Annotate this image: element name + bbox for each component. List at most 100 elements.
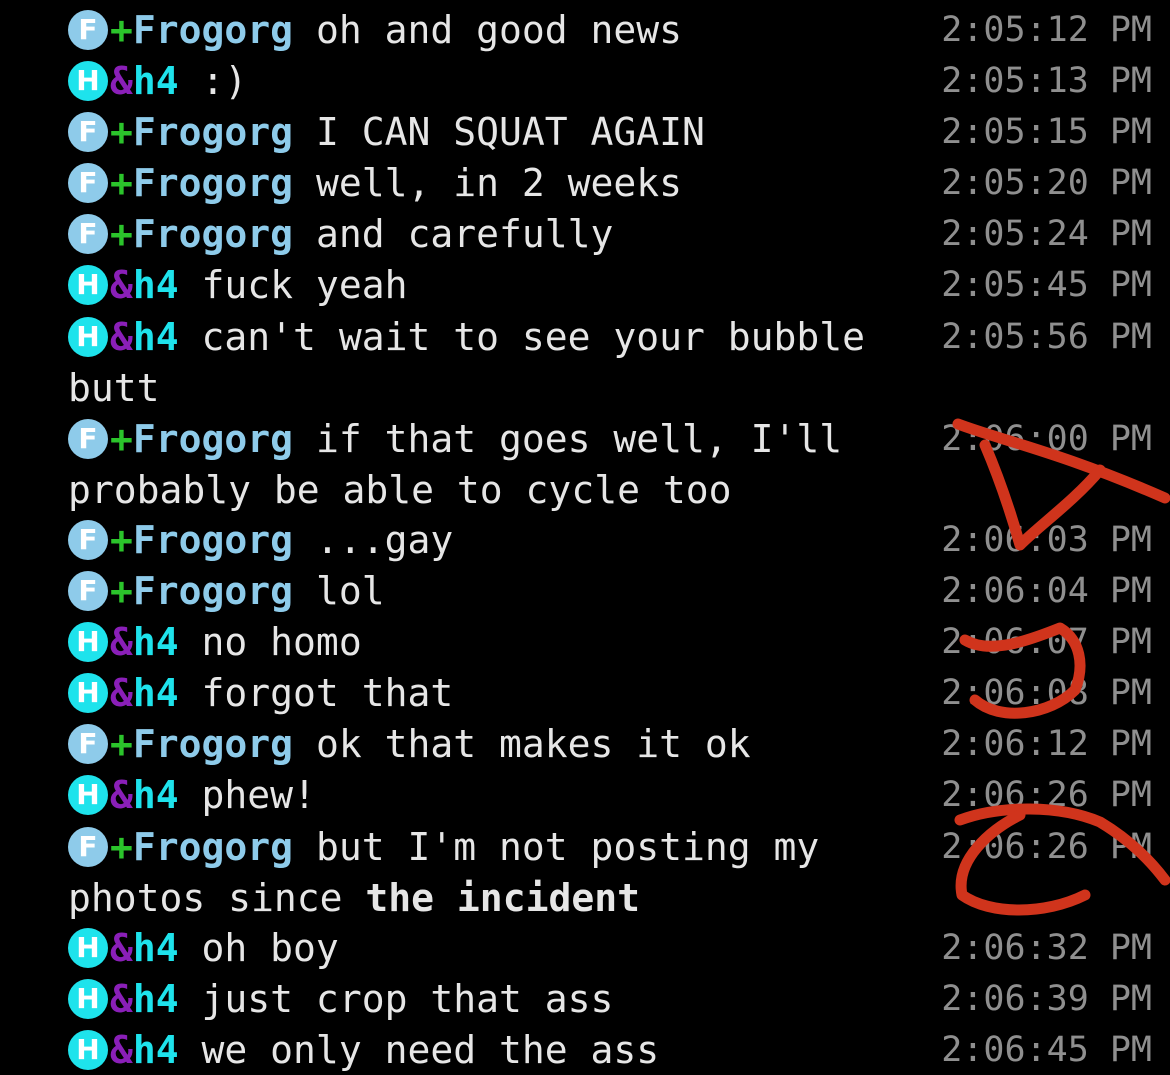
timestamp: 2:06:07 PM	[941, 622, 1152, 662]
username[interactable]: Frogorg	[133, 825, 293, 869]
message-text: phew!	[201, 773, 316, 817]
timestamp: 2:05:13 PM	[941, 61, 1152, 101]
timestamp: 2:05:56 PM	[941, 317, 1152, 357]
timestamp: 2:06:45 PM	[941, 1030, 1152, 1070]
message-text: :)	[201, 59, 248, 103]
avatar[interactable]: H	[68, 979, 108, 1019]
user-mode-prefix: +	[110, 417, 133, 461]
avatar[interactable]: H	[68, 1030, 108, 1070]
message-text: I CAN SQUAT AGAIN	[315, 110, 705, 154]
avatar[interactable]: H	[68, 265, 108, 305]
message-text: lol	[315, 569, 385, 613]
message-line: F +Frogorg but I'm not posting my photos …	[68, 822, 948, 924]
message-text: just crop that ass	[201, 977, 614, 1021]
message-line: H &h4 just crop that ass	[68, 974, 948, 1025]
avatar[interactable]: F	[68, 419, 108, 459]
avatar[interactable]: H	[68, 317, 108, 357]
message-text: can't wait to see your bubble butt	[68, 315, 888, 410]
avatar[interactable]: F	[68, 10, 108, 50]
avatar[interactable]: H	[68, 622, 108, 662]
username[interactable]: h4	[133, 773, 179, 817]
user-mode-prefix: +	[110, 212, 133, 256]
timestamp: 2:06:04 PM	[941, 571, 1152, 611]
avatar[interactable]: F	[68, 827, 108, 867]
user-mode-prefix: &	[110, 1028, 133, 1072]
message-text: and carefully	[315, 212, 614, 256]
avatar[interactable]: F	[68, 724, 108, 764]
timestamp: 2:05:24 PM	[941, 214, 1152, 254]
message-line: H &h4 can't wait to see your bubble butt	[68, 312, 948, 414]
username[interactable]: Frogorg	[133, 212, 293, 256]
timestamp: 2:05:20 PM	[941, 163, 1152, 203]
user-mode-prefix: &	[110, 671, 133, 715]
timestamp: 2:06:03 PM	[941, 520, 1152, 560]
username[interactable]: Frogorg	[133, 518, 293, 562]
message-line: F +Frogorg well, in 2 weeks	[68, 158, 948, 209]
username[interactable]: Frogorg	[133, 161, 293, 205]
timestamp: 2:06:00 PM	[941, 419, 1152, 459]
username[interactable]: h4	[133, 1028, 179, 1072]
message-text: oh and good news	[315, 8, 682, 52]
timestamp: 2:06:08 PM	[941, 673, 1152, 713]
user-mode-prefix: +	[110, 569, 133, 613]
timestamp: 2:06:12 PM	[941, 724, 1152, 764]
message-line: H &h4 no homo	[68, 617, 948, 668]
username[interactable]: Frogorg	[133, 417, 293, 461]
timestamp: 2:05:15 PM	[941, 112, 1152, 152]
timestamp: 2:06:39 PM	[941, 979, 1152, 1019]
avatar[interactable]: H	[68, 673, 108, 713]
message-line: H &h4 phew!	[68, 770, 948, 821]
user-mode-prefix: &	[110, 620, 133, 664]
username[interactable]: Frogorg	[133, 569, 293, 613]
avatar[interactable]: H	[68, 928, 108, 968]
avatar[interactable]: F	[68, 520, 108, 560]
user-mode-prefix: &	[110, 263, 133, 307]
message-line: H &h4 oh boy	[68, 923, 948, 974]
user-mode-prefix: &	[110, 773, 133, 817]
user-mode-prefix: +	[110, 161, 133, 205]
avatar[interactable]: F	[68, 214, 108, 254]
message-text: ...gay	[315, 518, 454, 562]
user-mode-prefix: &	[110, 977, 133, 1021]
message-text: fuck yeah	[201, 263, 408, 307]
avatar[interactable]: H	[68, 775, 108, 815]
username[interactable]: h4	[133, 620, 179, 664]
user-mode-prefix: +	[110, 518, 133, 562]
user-mode-prefix: &	[110, 315, 133, 359]
message-text: we only need the ass	[201, 1028, 660, 1072]
username[interactable]: h4	[133, 926, 179, 970]
message-line: F +Frogorg and carefully	[68, 209, 948, 260]
message-line: H &h4 fuck yeah	[68, 260, 948, 311]
chat-log: F +Frogorg oh and good news 2:05:12 PM H &h4…	[0, 0, 1170, 1075]
username[interactable]: h4	[133, 315, 179, 359]
message-line: F +Frogorg I CAN SQUAT AGAIN	[68, 107, 948, 158]
username[interactable]: Frogorg	[133, 110, 293, 154]
message-text: oh boy	[201, 926, 339, 970]
timestamp: 2:06:26 PM	[941, 775, 1152, 815]
avatar[interactable]: F	[68, 112, 108, 152]
message-text: forgot that	[201, 671, 454, 715]
timestamp: 2:06:26 PM	[941, 827, 1152, 867]
username[interactable]: Frogorg	[133, 722, 293, 766]
username[interactable]: Frogorg	[133, 8, 293, 52]
user-mode-prefix: +	[110, 8, 133, 52]
message-text: ok that makes it ok	[315, 722, 751, 766]
timestamp: 2:06:32 PM	[941, 928, 1152, 968]
user-mode-prefix: +	[110, 110, 133, 154]
message-line: F +Frogorg ok that makes it ok	[68, 719, 948, 770]
message-line: F +Frogorg oh and good news	[68, 5, 948, 56]
username[interactable]: h4	[133, 671, 179, 715]
username[interactable]: h4	[133, 59, 179, 103]
timestamp: 2:05:45 PM	[941, 265, 1152, 305]
user-mode-prefix: +	[110, 825, 133, 869]
message-line: F +Frogorg if that goes well, I'll probab…	[68, 414, 948, 516]
avatar[interactable]: F	[68, 571, 108, 611]
username[interactable]: h4	[133, 263, 179, 307]
username[interactable]: h4	[133, 977, 179, 1021]
avatar[interactable]: F	[68, 163, 108, 203]
message-line: F +Frogorg ...gay	[68, 515, 948, 566]
avatar[interactable]: H	[68, 61, 108, 101]
timestamp: 2:05:12 PM	[941, 10, 1152, 50]
user-mode-prefix: &	[110, 926, 133, 970]
user-mode-prefix: &	[110, 59, 133, 103]
